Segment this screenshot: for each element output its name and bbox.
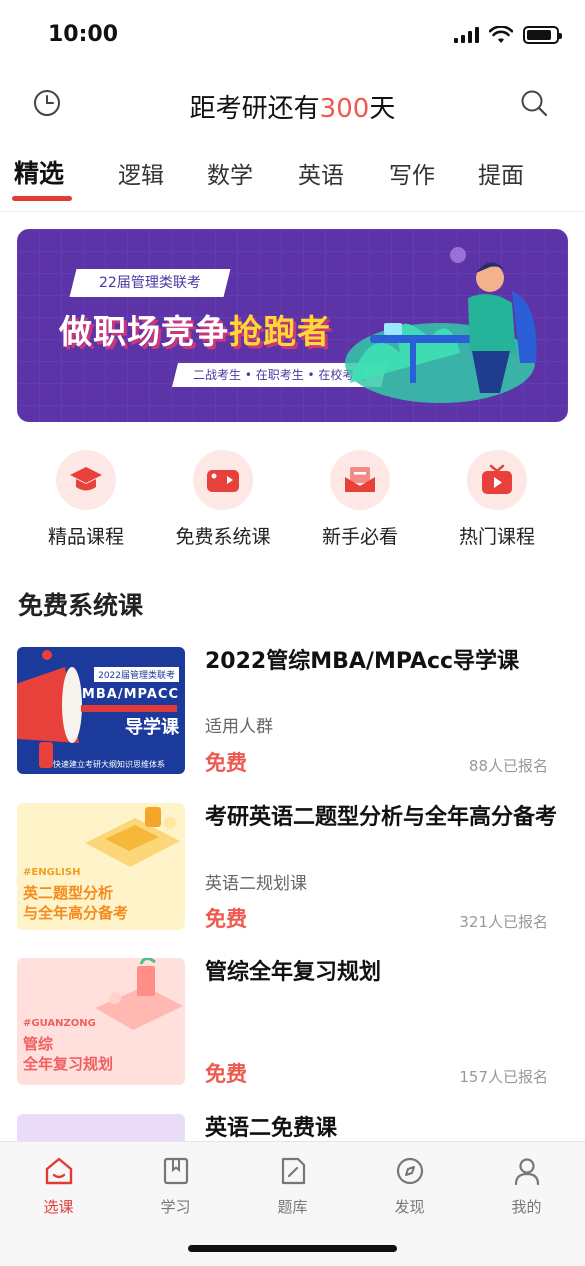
- course-title: 管综全年复习规划: [205, 960, 382, 985]
- course-thumbnail: #GUANZONG 管综 全年复习规划: [17, 958, 185, 1085]
- countdown-days: 300: [319, 94, 370, 124]
- thumbnail-footer: 快速建立考研大纲知识思维体系: [53, 760, 165, 769]
- banner-headline-main: 做职场竞争: [59, 312, 229, 351]
- thumbnail-tag: #ENGLISH: [23, 867, 81, 878]
- nav-item-study[interactable]: 学习: [117, 1154, 234, 1217]
- cellular-signal-icon: [454, 27, 479, 43]
- quick-item-newbie-guide[interactable]: 新手必看: [295, 450, 425, 549]
- thumbnail-title: 英二题型分析 与全年高分备考: [23, 884, 129, 922]
- wifi-icon: [489, 26, 513, 43]
- course-price: 免费: [205, 907, 247, 931]
- tab-luoji[interactable]: 逻辑: [118, 156, 164, 190]
- header: 距考研还有300天: [0, 78, 585, 130]
- status-time: 10:00: [48, 22, 119, 47]
- status-bar: 10:00: [0, 0, 585, 72]
- course-thumbnail: #ENGLISH 英二题型分析 与全年高分备考: [17, 803, 185, 930]
- course-thumbnail: [17, 1114, 185, 1141]
- nav-item-question-bank[interactable]: 题库: [234, 1154, 351, 1217]
- nav-item-discover[interactable]: 发现: [351, 1154, 468, 1217]
- battery-icon: [523, 26, 562, 44]
- course-title: 英语二免费课: [205, 1116, 338, 1141]
- nav-label: 选课: [43, 1198, 74, 1216]
- quick-item-label: 热门课程: [458, 526, 535, 548]
- category-tabs: 精选 逻辑 数学 英语 写作 提面: [0, 150, 585, 212]
- tab-jingxuan[interactable]: 精选: [14, 154, 64, 190]
- enrollment-count: 321人已报名: [459, 913, 548, 931]
- nav-label: 我的: [511, 1198, 542, 1216]
- tab-xiezuo[interactable]: 写作: [389, 156, 435, 190]
- course-thumbnail: 2022届管理类联考 MBA/MPACC 导学课 快速建立考研大纲知识思维体系: [17, 647, 185, 774]
- course-title: 考研英语二题型分析与全年高分备考: [205, 805, 558, 830]
- nav-item-profile[interactable]: 我的: [468, 1154, 585, 1217]
- thumbnail-title: 导学课: [125, 717, 179, 738]
- book-icon: [159, 1154, 193, 1188]
- tab-shuxue[interactable]: 数学: [207, 156, 253, 190]
- course-title: 2022管综MBA/MPAcc导学课: [205, 649, 520, 674]
- countdown-suffix: 天: [369, 94, 396, 124]
- thumbnail-tag: 2022届管理类联考: [94, 667, 179, 682]
- compass-icon: [393, 1154, 427, 1188]
- tv-play-icon: [467, 450, 527, 510]
- section-title: 免费系统课: [18, 591, 144, 620]
- banner-headline-highlight: 抢跑者: [229, 312, 331, 351]
- quick-item-label: 精品课程: [47, 526, 124, 548]
- course-card[interactable]: 英语二免费课: [17, 1114, 568, 1141]
- course-card[interactable]: #GUANZONG 管综 全年复习规划 管综全年复习规划 免费 157人已报名: [17, 958, 568, 1086]
- nav-label: 学习: [160, 1198, 191, 1216]
- banner-tag: 22届管理类联考: [69, 269, 231, 297]
- banner-illustration: [345, 247, 537, 403]
- enrollment-count: 157人已报名: [459, 1068, 548, 1086]
- status-icons: [454, 26, 562, 44]
- countdown-prefix: 距考研还有: [189, 94, 320, 124]
- home-icon: [42, 1154, 76, 1188]
- quick-item-hot-courses[interactable]: 热门课程: [432, 450, 562, 549]
- banner-headline: 做职场竞争抢跑者: [59, 305, 331, 353]
- active-tab-indicator: [12, 196, 72, 201]
- mail-envelope-icon: [330, 450, 390, 510]
- course-price: 免费: [205, 1062, 247, 1086]
- tab-timian[interactable]: 提面: [478, 156, 524, 190]
- quick-item-label: 新手必看: [321, 526, 398, 548]
- course-card[interactable]: 2022届管理类联考 MBA/MPACC 导学课 快速建立考研大纲知识思维体系 …: [17, 647, 568, 775]
- thumbnail-title: 管综 全年复习规划: [23, 1035, 114, 1073]
- course-price: 免费: [205, 751, 247, 775]
- nav-label: 题库: [277, 1198, 308, 1216]
- document-edit-icon: [276, 1154, 310, 1188]
- user-icon: [510, 1154, 544, 1188]
- quick-item-free-courses[interactable]: 免费系统课: [158, 450, 288, 549]
- video-camera-icon: [193, 450, 253, 510]
- quick-item-label: 免费系统课: [175, 526, 271, 548]
- nav-item-courses[interactable]: 选课: [0, 1154, 117, 1217]
- tab-yingyu[interactable]: 英语: [298, 156, 344, 190]
- course-subtitle: 英语二规划课: [205, 874, 307, 894]
- desk-illustration: [85, 807, 180, 867]
- search-icon[interactable]: [517, 86, 551, 120]
- quick-menu: 精品课程 免费系统课 新手必看 热门课程: [0, 450, 585, 550]
- enrollment-count: 88人已报名: [468, 757, 548, 775]
- graduation-cap-icon: [56, 450, 116, 510]
- thumbnail-heading: MBA/MPACC: [81, 687, 179, 702]
- thumbnail-tag: #GUANZONG: [23, 1018, 96, 1029]
- course-card[interactable]: #ENGLISH 英二题型分析 与全年高分备考 考研英语二题型分析与全年高分备考…: [17, 803, 568, 931]
- nav-label: 发现: [394, 1198, 425, 1216]
- thumbnail-bar: [81, 705, 177, 712]
- course-subtitle: 适用人群: [205, 717, 273, 737]
- quick-item-premium-courses[interactable]: 精品课程: [21, 450, 151, 549]
- promo-banner[interactable]: 22届管理类联考 做职场竞争抢跑者 二战考生 • 在职考生 • 在校考生: [17, 229, 568, 422]
- page-title: 距考研还有300天: [0, 88, 585, 125]
- home-indicator: [188, 1245, 397, 1252]
